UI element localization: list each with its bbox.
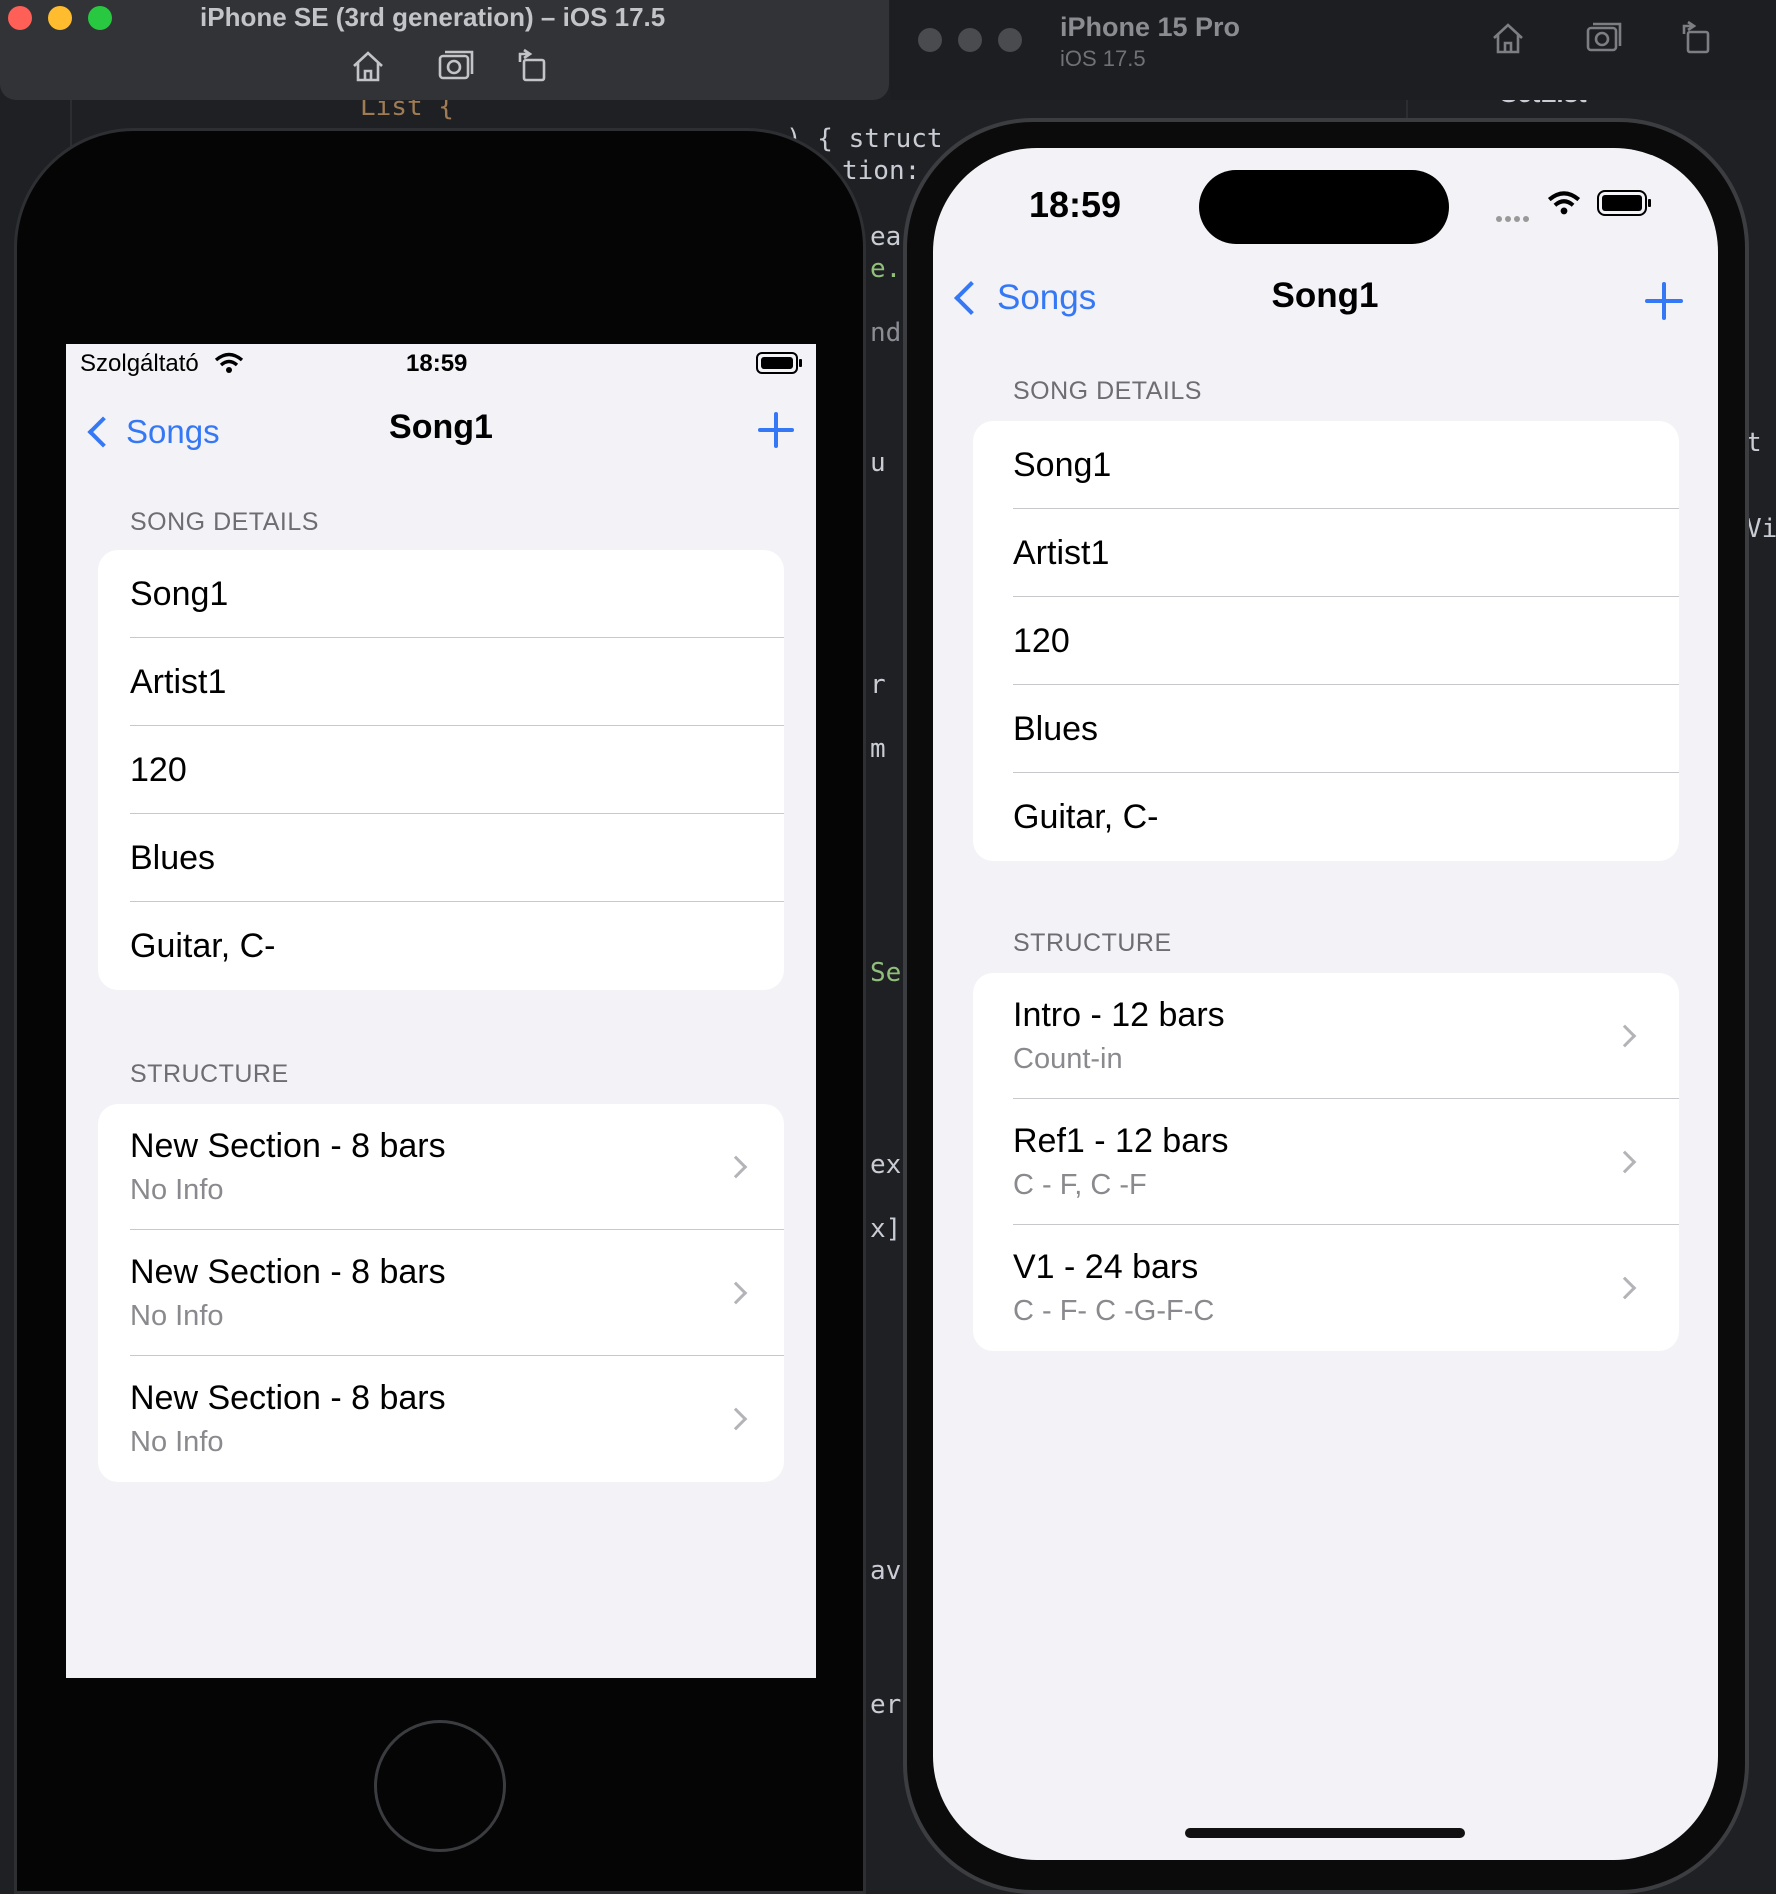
code-line: Se [870, 958, 902, 988]
zoom-window-button[interactable] [88, 6, 112, 30]
structure-row[interactable]: New Section - 8 bars No Info [98, 1356, 784, 1482]
structure-row-subtitle: C - F- C -G-F-C [1013, 1295, 1215, 1327]
screenshot-icon[interactable] [436, 48, 476, 84]
structure-row-subtitle: C - F, C -F [1013, 1169, 1147, 1201]
back-button[interactable]: Songs [947, 270, 1096, 326]
simulator-pro-titlebar: iPhone 15 Pro iOS 17.5 [890, 0, 1776, 100]
artist-field[interactable]: Artist1 [973, 509, 1679, 597]
structure-row-subtitle: No Info [130, 1300, 224, 1332]
wifi-icon [1547, 191, 1581, 215]
tempo-field[interactable]: 120 [973, 597, 1679, 685]
code-line: ex [870, 1150, 902, 1180]
chevron-left-icon [954, 281, 988, 315]
chevron-right-icon [1613, 1150, 1637, 1174]
home-button[interactable] [374, 1720, 506, 1852]
add-section-button[interactable] [758, 412, 794, 448]
section-header-structure: STRUCTURE [130, 1060, 289, 1088]
simulator-subtitle: iOS 17.5 [1060, 46, 1146, 71]
structure-row-subtitle: No Info [130, 1426, 224, 1458]
wifi-icon [214, 352, 244, 373]
structure-row-title: V1 - 24 bars [1013, 1248, 1199, 1286]
structure-row[interactable]: V1 - 24 bars C - F- C -G-F-C [973, 1225, 1679, 1351]
structure-row[interactable]: New Section - 8 bars No Info [98, 1104, 784, 1230]
code-line: nd [870, 318, 902, 348]
simulator-se-titlebar: iPhone SE (3rd generation) – iOS 17.5 [0, 0, 889, 100]
section-header-song-details: SONG DETAILS [1013, 377, 1202, 405]
code-line: Vie [1746, 514, 1776, 544]
status-time: 18:59 [1029, 184, 1122, 225]
song-title-field[interactable]: Song1 [973, 421, 1679, 509]
code-line: er [870, 1690, 902, 1720]
artist-field[interactable]: Artist1 [98, 638, 784, 726]
code-line: r [870, 670, 886, 700]
iphone-15-pro-screen: 18:59 Songs Song1 SONG DETAILS Song1 Art… [933, 148, 1718, 1860]
back-button[interactable]: Songs [82, 404, 220, 460]
simulator-title: iPhone 15 Pro [1060, 12, 1241, 42]
chevron-right-icon [724, 1407, 748, 1431]
structure-row-subtitle: Count-in [1013, 1043, 1123, 1075]
song-details-group: Song1 Artist1 120 Blues Guitar, C- [973, 421, 1679, 861]
chevron-right-icon [724, 1155, 748, 1179]
genre-field[interactable]: Blues [973, 685, 1679, 773]
nav-title: Song1 [1271, 276, 1379, 315]
home-icon[interactable] [348, 48, 388, 84]
status-time: 18:59 [406, 350, 468, 377]
song-title-field[interactable]: Song1 [98, 550, 784, 638]
genre-field[interactable]: Blues [98, 814, 784, 902]
screenshot-icon[interactable] [1584, 20, 1624, 56]
instrument-key-field[interactable]: Guitar, C- [98, 902, 784, 990]
structure-row-title: New Section - 8 bars [130, 1127, 446, 1165]
structure-group: New Section - 8 bars No Info New Section… [98, 1104, 784, 1482]
back-button-label: Songs [126, 413, 220, 450]
chevron-left-icon [87, 416, 119, 448]
plus-icon [758, 412, 794, 448]
code-line: e. [870, 254, 902, 284]
structure-row-title: New Section - 8 bars [130, 1379, 446, 1417]
cellular-signal-icon [1496, 209, 1532, 227]
back-button-label: Songs [997, 278, 1097, 317]
section-header-song-details: SONG DETAILS [130, 508, 319, 536]
structure-row-title: Intro - 12 bars [1013, 996, 1225, 1034]
battery-icon [1597, 190, 1651, 216]
code-line: ea [870, 222, 902, 252]
code-line: u [870, 448, 886, 478]
instrument-key-field[interactable]: Guitar, C- [973, 773, 1679, 861]
structure-row-subtitle: No Info [130, 1174, 224, 1206]
plus-icon [1645, 282, 1683, 320]
chevron-right-icon [1613, 1276, 1637, 1300]
code-line: av [870, 1556, 902, 1586]
battery-icon [756, 352, 802, 374]
close-window-button[interactable] [8, 6, 32, 30]
carrier-label: Szolgáltató [80, 350, 199, 377]
dynamic-island [1199, 170, 1449, 244]
structure-row[interactable]: Ref1 - 12 bars C - F, C -F [973, 1099, 1679, 1225]
structure-row[interactable]: New Section - 8 bars No Info [98, 1230, 784, 1356]
tempo-field[interactable]: 120 [98, 726, 784, 814]
minimize-window-button[interactable] [958, 28, 982, 52]
rotate-icon[interactable] [514, 48, 554, 84]
iphone-se-screen: Szolgáltató 18:59 Songs Song1 SONG DETAI… [66, 344, 816, 1678]
minimize-window-button[interactable] [48, 6, 72, 30]
structure-row[interactable]: Intro - 12 bars Count-in [973, 973, 1679, 1099]
simulator-title: iPhone SE (3rd generation) – iOS 17.5 [200, 2, 666, 32]
structure-row-title: New Section - 8 bars [130, 1253, 446, 1291]
structure-row-title: Ref1 - 12 bars [1013, 1122, 1229, 1160]
chevron-right-icon [724, 1281, 748, 1305]
rotate-icon[interactable] [1678, 20, 1718, 56]
zoom-window-button[interactable] [998, 28, 1022, 52]
structure-group: Intro - 12 bars Count-in Ref1 - 12 bars … [973, 973, 1679, 1351]
chevron-right-icon [1613, 1024, 1637, 1048]
add-section-button[interactable] [1645, 282, 1683, 320]
code-line: tion: [842, 156, 921, 186]
section-header-structure: STRUCTURE [1013, 929, 1172, 957]
close-window-button[interactable] [918, 28, 942, 52]
song-details-group: Song1 Artist1 120 Blues Guitar, C- [98, 550, 784, 990]
home-indicator[interactable] [1185, 1828, 1465, 1838]
code-line: x] [870, 1214, 902, 1244]
nav-title: Song1 [389, 408, 493, 446]
home-icon[interactable] [1488, 20, 1528, 56]
code-line: m [870, 734, 886, 764]
